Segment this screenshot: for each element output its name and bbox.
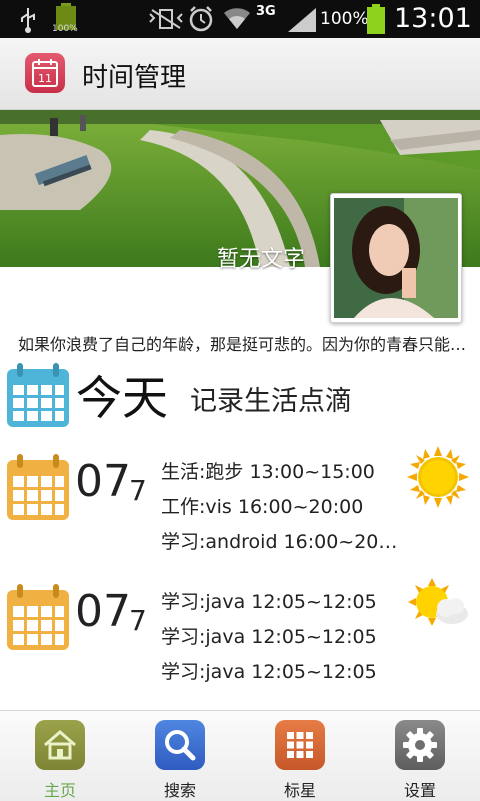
event-item: 学习:java 12:05~12:05 — [161, 626, 377, 648]
app-icon[interactable]: 11 — [25, 53, 65, 93]
event-item: 学习:java 12:05~12:05 — [161, 661, 377, 683]
partly-cloudy-icon — [408, 578, 468, 626]
day-sub-number: 7 — [129, 604, 147, 637]
clock: 13:01 — [394, 3, 472, 34]
calendar-icon — [7, 584, 69, 650]
battery-small-label: 100% — [52, 24, 78, 34]
calendar-icon — [7, 363, 69, 427]
today-title: 今天 — [76, 371, 168, 425]
app-title: 时间管理 — [82, 63, 187, 93]
calendar-icon — [7, 454, 69, 520]
nav-settings[interactable]: 设置 — [360, 711, 480, 801]
home-icon — [35, 720, 85, 770]
grid-icon — [275, 720, 325, 770]
event-item: 生活:跑步 13:00~15:00 — [161, 461, 375, 483]
bottom-nav: 主页 搜索 标星 设置 — [0, 710, 480, 801]
event-item: 学习:java 12:05~12:05 — [161, 591, 377, 613]
nav-star[interactable]: 标星 — [240, 711, 360, 801]
vibrate-icon — [149, 9, 183, 29]
nav-home[interactable]: 主页 — [0, 711, 120, 801]
day-number: 07 — [75, 586, 131, 637]
today-subtitle: 记录生活点滴 — [190, 386, 352, 417]
action-bar: 11 时间管理 — [0, 38, 480, 110]
nav-search[interactable]: 搜索 — [120, 711, 240, 801]
usb-icon — [21, 8, 35, 33]
wifi-icon — [224, 8, 250, 30]
alarm-icon — [189, 6, 213, 32]
quote-text: 如果你浪费了自己的年龄，那是挺可悲的。因为你的青春只能持续一点儿时间 — [18, 335, 468, 354]
avatar-photo — [334, 198, 458, 318]
battery-percent: 100% — [320, 9, 369, 29]
nav-search-label: 搜索 — [163, 781, 196, 800]
signal-icon — [288, 8, 316, 32]
event-item: 工作:vis 16:00~20:00 — [161, 496, 364, 518]
battery-icon — [367, 4, 385, 34]
nav-home-label: 主页 — [43, 781, 76, 800]
network-type: 3G — [256, 4, 276, 19]
calendar-app-icon: 11 — [32, 59, 58, 87]
search-icon — [155, 720, 205, 770]
sun-icon — [407, 446, 469, 508]
day-sub-number: 7 — [129, 474, 147, 507]
avatar[interactable] — [330, 193, 462, 323]
event-item: 学习:android 16:00~20:00 — [161, 531, 401, 553]
day-number: 07 — [75, 456, 131, 507]
nav-star-label: 标星 — [283, 781, 316, 800]
banner-caption: 暂无文字 — [217, 247, 306, 272]
nav-settings-label: 设置 — [403, 781, 436, 800]
app-icon-number: 11 — [38, 72, 52, 85]
gear-icon — [395, 720, 445, 770]
status-bar: 100% 3G 100% 13:01 — [0, 0, 480, 38]
